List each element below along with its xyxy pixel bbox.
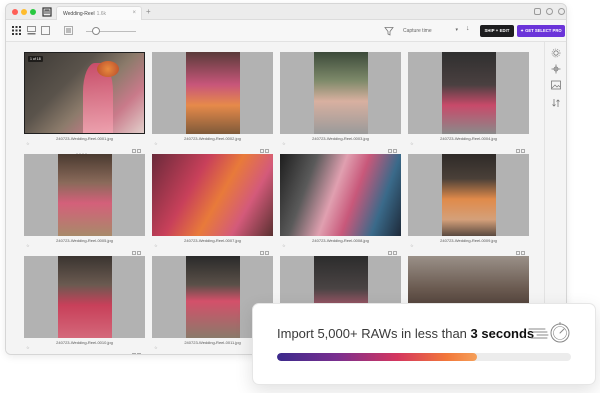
transform-icon[interactable] xyxy=(551,64,561,74)
image-icon[interactable] xyxy=(551,80,561,90)
rating-star-icon[interactable]: ☆ xyxy=(282,243,286,248)
photo-filename: 240723-Wedding-Reel-0004.jpg xyxy=(440,136,497,141)
photo-thumbnail[interactable] xyxy=(152,154,273,236)
photo-thumbnail[interactable] xyxy=(24,154,145,236)
photo-actions[interactable] xyxy=(131,344,143,354)
photo-actions[interactable] xyxy=(515,242,527,255)
photo-thumbnail[interactable] xyxy=(408,154,529,236)
photo-filename: 240723-Wedding-Reel-0005.jpg xyxy=(56,238,113,243)
rating-star-icon[interactable]: ☆ xyxy=(410,141,414,146)
photo-thumbnail[interactable] xyxy=(280,154,401,236)
close-window-button[interactable] xyxy=(12,9,18,15)
import-progress-fill xyxy=(277,353,477,361)
toolbar: Capture time ▾ ↓ SHIP + EDIT ✦ GET SELEC… xyxy=(6,20,566,42)
compare-view-icon[interactable] xyxy=(64,26,73,35)
get-select-pro-label: GET SELECT PRO xyxy=(525,28,562,33)
new-tab-button[interactable]: + xyxy=(146,7,151,16)
ship-edit-button[interactable]: SHIP + EDIT xyxy=(480,25,514,37)
sort-select[interactable]: Capture time ▾ xyxy=(400,25,460,37)
minimize-window-button[interactable] xyxy=(21,9,27,15)
photo-actions[interactable] xyxy=(259,140,271,153)
photo-thumbnail[interactable] xyxy=(152,52,273,134)
rating-star-icon[interactable]: ☆ xyxy=(154,141,158,146)
photo-filename: 240723-Wedding-Reel-0007.jpg xyxy=(184,238,241,243)
zoom-slider-handle[interactable] xyxy=(92,27,100,35)
photo-filename: 240723-Wedding-Reel-0009.jpg xyxy=(440,238,497,243)
import-headline: Import 5,000+ RAWs in less than 3 second… xyxy=(277,326,534,341)
photo-thumbnail[interactable] xyxy=(408,52,529,134)
photo-thumbnail[interactable] xyxy=(280,52,401,134)
account-icon[interactable] xyxy=(558,8,565,15)
grid-view-icon[interactable] xyxy=(12,26,21,35)
photo-cell[interactable]: 240723-Wedding-Reel-0007.jpg ☆ xyxy=(152,154,273,255)
photo-cell[interactable]: 240723-Wedding-Reel-0005.jpg ☆ xyxy=(24,154,145,255)
photo-actions[interactable] xyxy=(387,140,399,153)
tab-close-icon[interactable]: × xyxy=(132,10,136,16)
photo-filename: 240723-Wedding-Reel-0008.jpg xyxy=(312,238,369,243)
photo-cell[interactable]: 240723-Wedding-Reel-0004.jpg ☆ xyxy=(408,52,529,153)
tab-count: 1.6k xyxy=(96,11,107,17)
photo-cell[interactable]: 1 of 18 240723-Wedding-Reel-0001.jpg ☆ xyxy=(24,52,145,155)
rating-star-icon[interactable]: ☆ xyxy=(26,345,30,350)
photo-thumbnail[interactable] xyxy=(24,256,145,338)
tab-title: Wedding-Reel xyxy=(63,11,95,17)
swap-icon[interactable] xyxy=(551,98,561,108)
rating-star-icon[interactable]: ☆ xyxy=(410,243,414,248)
maximize-window-button[interactable] xyxy=(30,9,36,15)
photo-cell[interactable]: 240723-Wedding-Reel-0003.jpg ☆ xyxy=(280,52,401,153)
import-progress-bar xyxy=(277,353,571,361)
document-tab[interactable]: Wedding-Reel 1.6k × xyxy=(56,6,142,20)
rating-star-icon[interactable]: ☆ xyxy=(26,141,30,146)
photo-actions[interactable] xyxy=(515,140,527,153)
help-icon[interactable] xyxy=(546,8,553,15)
sort-label: Capture time xyxy=(403,28,432,34)
filter-icon[interactable] xyxy=(384,26,394,36)
photo-cell[interactable]: 240723-Wedding-Reel-0008.jpg ☆ xyxy=(280,154,401,255)
rating-star-icon[interactable]: ☆ xyxy=(154,345,158,350)
sync-icon[interactable] xyxy=(534,8,541,15)
settings-icon[interactable] xyxy=(551,48,561,58)
import-headline-emphasis: 3 seconds xyxy=(470,326,535,341)
title-bar: Wedding-Reel 1.6k × + xyxy=(6,4,566,20)
selection-count-badge: 1 of 18 xyxy=(28,56,43,62)
photo-actions[interactable] xyxy=(387,242,399,255)
chevron-down-icon: ▾ xyxy=(455,27,458,33)
import-speed-card: Import 5,000+ RAWs in less than 3 second… xyxy=(252,303,596,385)
get-select-pro-button[interactable]: ✦ GET SELECT PRO xyxy=(517,25,565,37)
filmstrip-view-icon[interactable] xyxy=(27,26,36,35)
rating-star-icon[interactable]: ☆ xyxy=(154,243,158,248)
photo-actions[interactable] xyxy=(131,140,143,153)
sort-direction-icon[interactable]: ↓ xyxy=(466,25,470,32)
import-headline-text: Import 5,000+ RAWs in less than xyxy=(277,326,471,341)
photo-filename: 240723-Wedding-Reel-0003.jpg xyxy=(312,136,369,141)
speedometer-icon xyxy=(528,322,570,343)
photo-filename: 240723-Wedding-Reel-0010.jpg xyxy=(56,340,113,345)
photo-cell[interactable]: 240723-Wedding-Reel-0010.jpg ☆ xyxy=(24,256,145,354)
photo-actions[interactable] xyxy=(131,242,143,255)
single-view-icon[interactable] xyxy=(41,26,50,35)
photo-filename: 240723-Wedding-Reel-0002.jpg xyxy=(184,136,241,141)
photo-filename: 240723-Wedding-Reel-0001.jpg xyxy=(56,136,113,141)
app-logo-icon xyxy=(42,7,52,17)
color-label-dots[interactable] xyxy=(76,142,92,155)
photo-thumbnail[interactable]: 1 of 18 xyxy=(24,52,145,134)
rating-star-icon[interactable]: ☆ xyxy=(282,141,286,146)
photo-cell[interactable]: 240723-Wedding-Reel-0009.jpg ☆ xyxy=(408,154,529,255)
photo-actions[interactable] xyxy=(259,242,271,255)
rating-star-icon[interactable]: ☆ xyxy=(26,243,30,248)
photo-cell[interactable]: 240723-Wedding-Reel-0002.jpg ☆ xyxy=(152,52,273,153)
